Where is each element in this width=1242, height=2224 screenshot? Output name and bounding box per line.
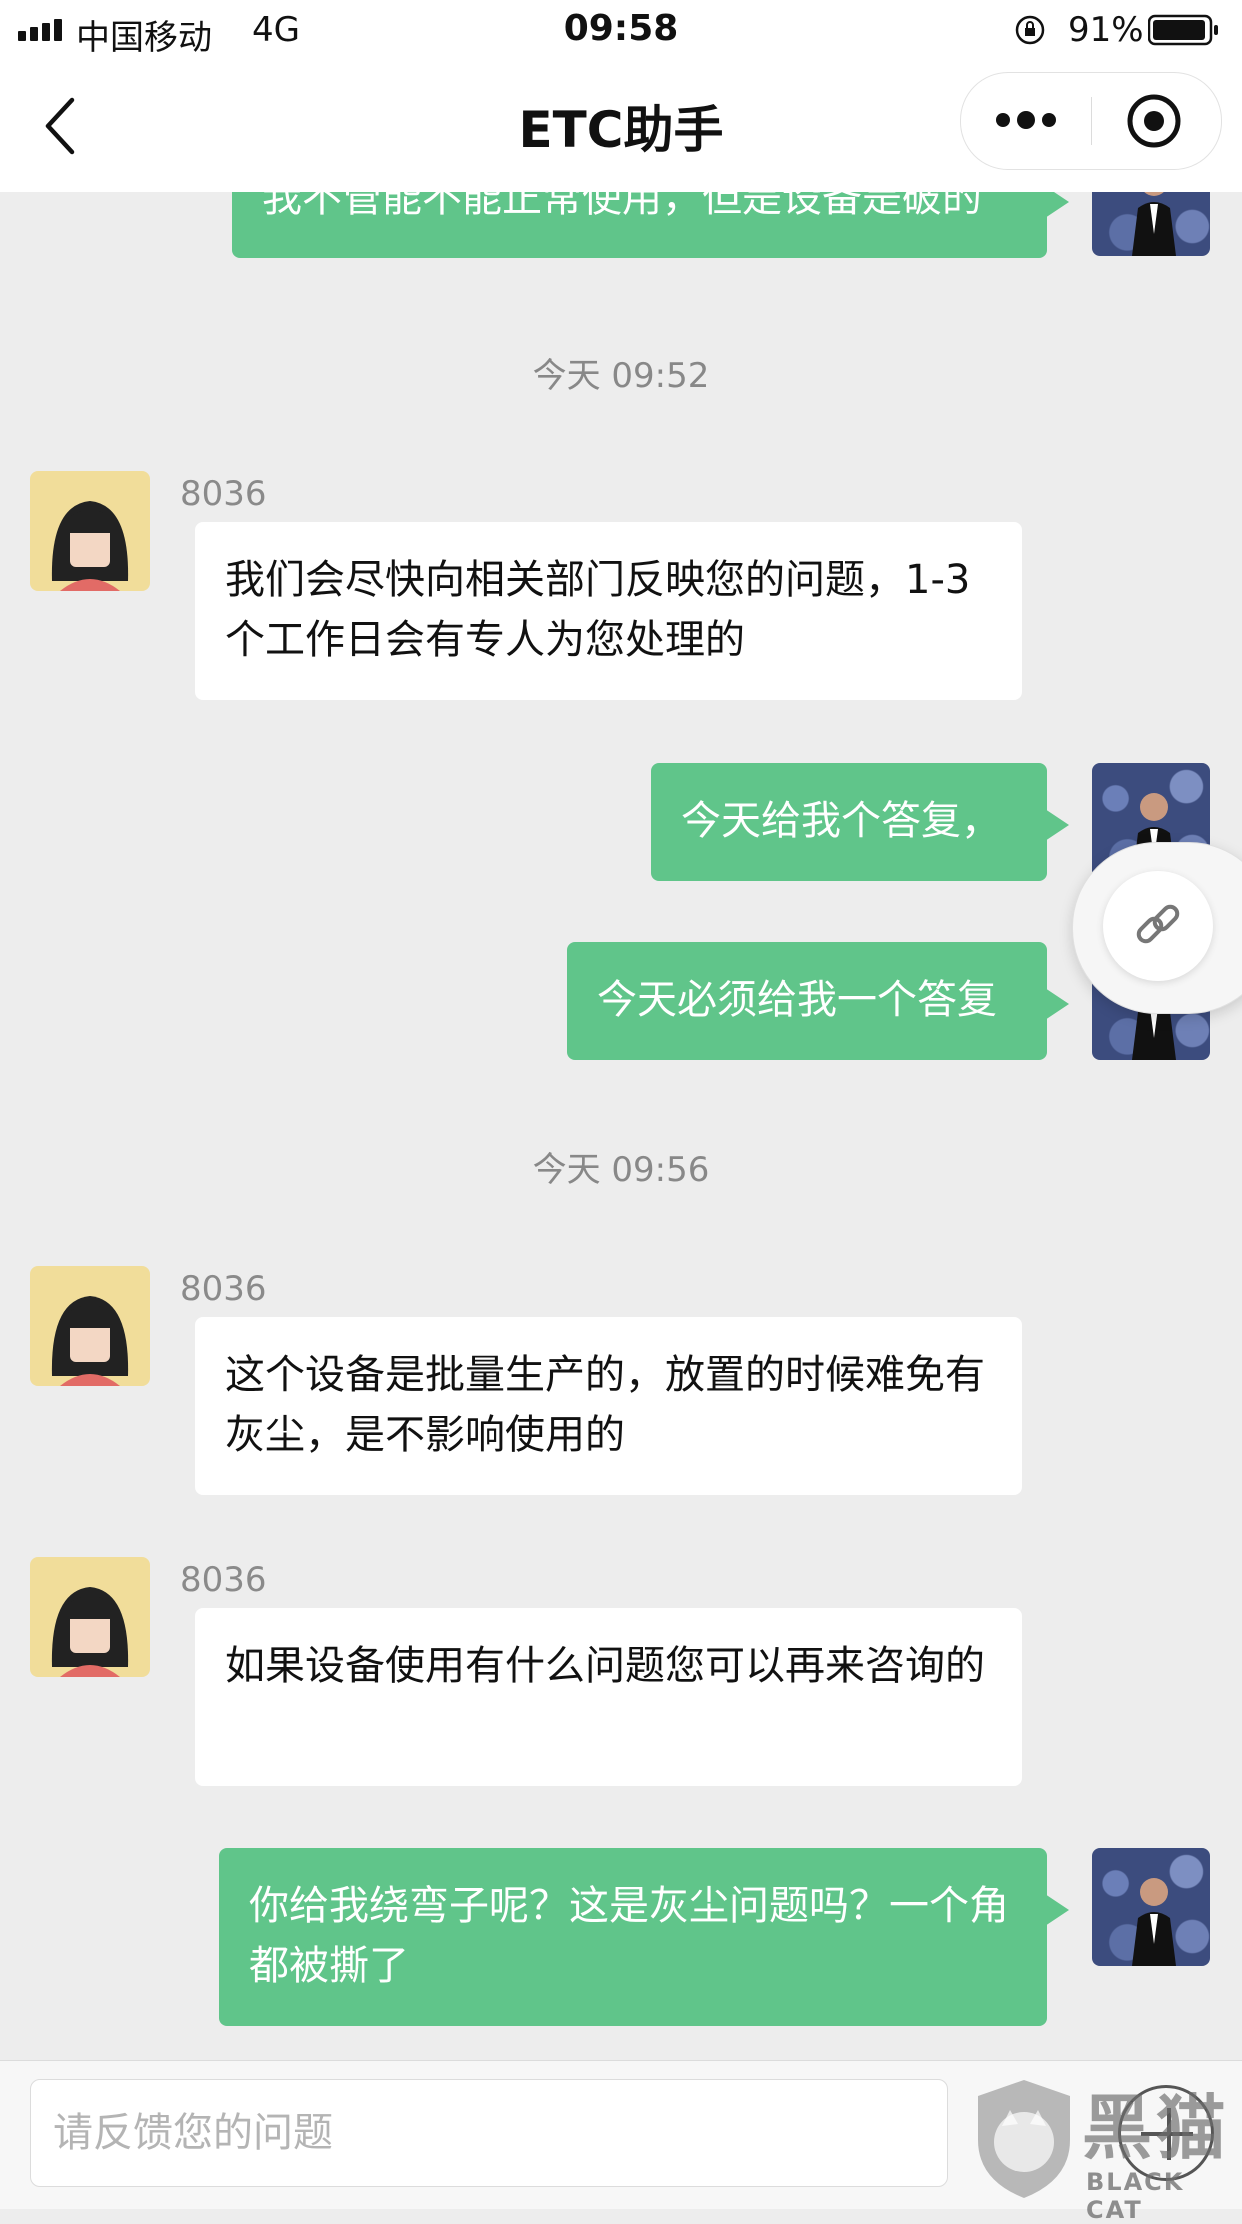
message-bubble-incoming[interactable]: 如果设备使用有什么问题您可以再来咨询的 — [195, 1608, 1022, 1786]
miniapp-capsule — [960, 72, 1222, 170]
girl-avatar-icon — [51, 1587, 129, 1677]
battery-icon — [1148, 14, 1218, 46]
user-avatar[interactable] — [1092, 1848, 1210, 1966]
user-photo-icon — [1132, 192, 1176, 256]
share-link-inner — [1103, 871, 1213, 981]
message-bubble-outgoing[interactable]: 我不管能不能正常使用，但是设备是破的 — [232, 192, 1069, 258]
feedback-input-container — [30, 2079, 948, 2187]
sender-name: 8036 — [180, 1560, 267, 1600]
timestamp-label: 今天 09:56 — [532, 1150, 710, 1190]
status-time: 09:58 — [563, 8, 679, 49]
message-bubble-outgoing[interactable]: 今天给我个答复， — [651, 763, 1069, 881]
status-bar: 中国移动 4G 09:58 91% — [0, 0, 1242, 60]
agent-avatar[interactable] — [30, 1266, 150, 1386]
message-bubble-incoming[interactable]: 这个设备是批量生产的，放置的时候难免有灰尘，是不影响使用的 — [195, 1317, 1022, 1495]
girl-avatar-icon — [51, 1296, 129, 1386]
nav-bar: ETC助手 — [0, 60, 1242, 192]
capsule-divider — [1091, 97, 1092, 145]
girl-avatar-icon — [51, 501, 129, 591]
sender-name: 8036 — [180, 1269, 267, 1309]
close-miniapp-icon[interactable] — [1126, 93, 1182, 149]
timestamp-label: 今天 09:52 — [532, 356, 710, 396]
message-bubble-incoming[interactable]: 我们会尽快向相关部门反映您的问题，1-3个工作日会有专人为您处理的 — [195, 522, 1022, 700]
rotation-lock-icon — [1015, 15, 1045, 45]
feedback-input[interactable] — [31, 2080, 947, 2186]
share-link-button[interactable] — [1072, 842, 1242, 1014]
agent-avatar[interactable] — [30, 471, 150, 591]
blackcat-shield-logo — [978, 2080, 1070, 2198]
sender-name: 8036 — [180, 474, 267, 514]
message-bubble-outgoing[interactable]: 你给我绕弯子呢？这是灰尘问题吗？一个角都被撕了 — [219, 1848, 1069, 2026]
battery-percent: 91% — [1068, 10, 1144, 50]
watermark-en: BLACK CAT — [1086, 2168, 1185, 2224]
watermark-cn: 黑猫 — [1082, 2087, 1230, 2169]
user-photo-icon — [1132, 1878, 1176, 1966]
more-icon[interactable] — [991, 97, 1061, 143]
link-icon — [1136, 904, 1180, 944]
message-bubble-outgoing[interactable]: 今天必须给我一个答复 — [567, 942, 1069, 1060]
user-avatar[interactable] — [1092, 192, 1210, 256]
chat-area[interactable]: 我不管能不能正常使用，但是设备是破的 今天 09:52 8036 我们会尽快向相… — [0, 192, 1242, 2060]
blackcat-watermark: 黑猫 BLACK CAT — [966, 2072, 1242, 2224]
agent-avatar[interactable] — [30, 1557, 150, 1677]
